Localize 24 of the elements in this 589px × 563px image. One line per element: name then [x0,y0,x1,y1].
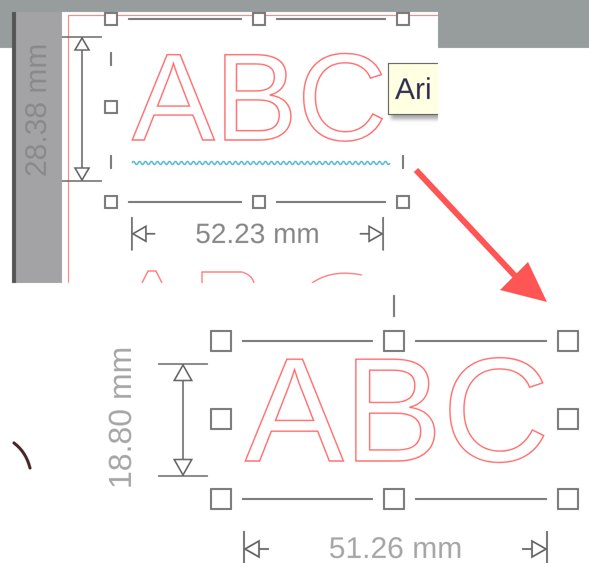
dimension-arrowhead-icon [360,217,384,251]
resize-handle[interactable] [557,330,579,352]
curve-mark [12,442,32,470]
resize-handle[interactable] [252,195,266,209]
width-measurement: 51.26 mm [328,534,464,563]
outlined-text[interactable]: ABC [132,36,387,160]
resize-handle[interactable] [210,408,232,430]
resize-handle[interactable] [557,408,579,430]
resize-handle[interactable] [252,12,266,26]
resize-handle[interactable] [396,195,410,209]
dimension-arrowhead-icon [131,217,156,251]
font-tooltip: Ari [388,63,438,115]
height-measurement: 18.80 mm [104,345,136,491]
resize-handle[interactable] [383,330,405,352]
width-measurement: 52.23 mm [194,220,321,248]
outlined-text[interactable]: ABC [245,337,550,485]
resize-handle[interactable] [104,12,118,26]
resize-handle[interactable] [210,330,232,352]
resize-handle[interactable] [557,488,579,510]
resize-handle[interactable] [104,195,118,209]
resize-handle[interactable] [396,12,410,26]
resize-handle[interactable] [383,488,405,510]
resize-handle[interactable] [104,100,118,114]
resize-handle[interactable] [210,488,232,510]
